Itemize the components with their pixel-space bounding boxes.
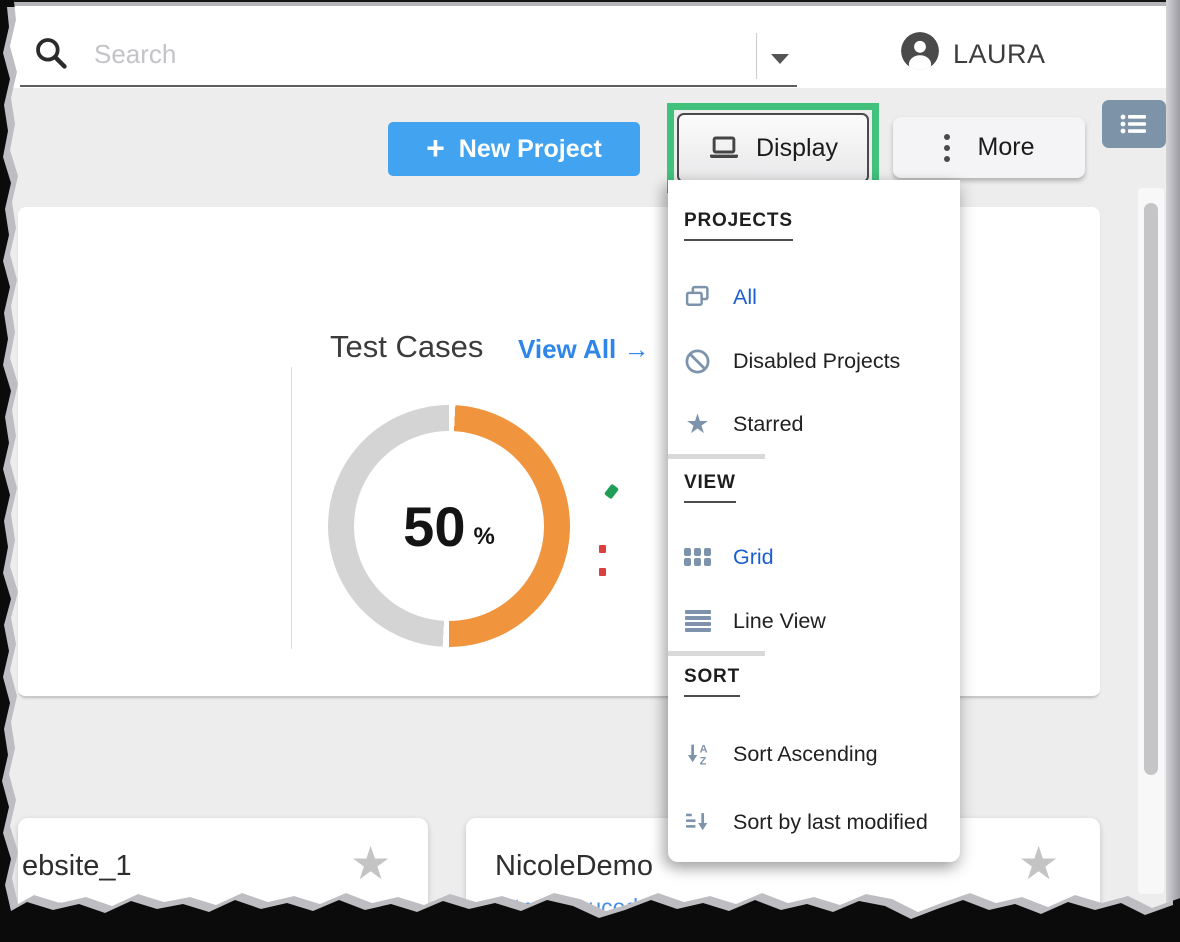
display-button[interactable]: Display [677, 113, 869, 183]
bulleted-list-icon [1117, 110, 1151, 138]
donut-percent-unit: % [473, 523, 494, 551]
star-favorite-icon[interactable]: ★ [1018, 840, 1059, 886]
display-dropdown-menu: PROJECTS All Disabled Project [668, 180, 960, 862]
sort-ascending-icon: A Z [684, 741, 711, 768]
more-button[interactable]: More [893, 117, 1085, 178]
test-cases-title: Test Cases [330, 329, 483, 365]
donut-center: 50 % [354, 431, 544, 621]
svg-text:A: A [700, 743, 708, 755]
username-label: LAURA [953, 39, 1046, 70]
disabled-projects-icon [684, 348, 711, 375]
more-label: More [978, 133, 1035, 162]
user-avatar[interactable] [901, 32, 939, 70]
project-name: ebsite_1 [22, 850, 132, 883]
menu-item-line-view[interactable]: Line View [668, 599, 960, 643]
donut-ring: 50 % [328, 405, 570, 647]
project-url-link[interactable]: https://saucedemo.com [495, 894, 733, 921]
menu-item-starred[interactable]: ★ Starred [668, 402, 960, 446]
menu-divider [668, 454, 765, 459]
menu-item-label: All [733, 285, 757, 310]
failed-mark-icon [599, 568, 606, 576]
menu-item-label: Line View [733, 609, 826, 634]
menu-item-label: Starred [733, 412, 804, 437]
display-label: Display [756, 134, 838, 163]
starred-icon: ★ [684, 411, 711, 438]
app-window: LAURA + New Project Display More [0, 0, 1180, 942]
star-favorite-icon[interactable]: ★ [350, 840, 391, 886]
menu-item-sort-last-modified[interactable]: Sort by last modified [668, 800, 960, 844]
failed-mark-icon [599, 545, 606, 553]
search-underline [20, 85, 797, 87]
view-all-link[interactable]: View All → [518, 334, 650, 365]
list-view-toggle-button[interactable] [1102, 100, 1166, 148]
menu-item-label: Sort Ascending [733, 742, 878, 767]
menu-item-disabled-projects[interactable]: Disabled Projects [668, 339, 960, 383]
sort-last-modified-icon [684, 809, 711, 836]
new-project-label: New Project [459, 135, 602, 164]
grid-view-icon [684, 544, 711, 571]
menu-item-all[interactable]: All [668, 275, 960, 319]
scrollbar-thumb[interactable] [1144, 203, 1158, 775]
menu-item-sort-ascending[interactable]: A Z Sort Ascending [668, 732, 960, 776]
menu-section-sort: SORT [684, 666, 740, 697]
search-dropdown-caret-icon[interactable] [771, 54, 789, 64]
laptop-icon [708, 135, 740, 161]
window-right-edge [1166, 0, 1180, 942]
kebab-menu-icon [944, 134, 950, 162]
menu-section-view: VIEW [684, 472, 736, 503]
svg-text:Z: Z [700, 755, 707, 767]
top-bar: LAURA [0, 6, 1180, 88]
plus-icon: + [426, 132, 445, 164]
menu-divider [668, 651, 765, 656]
search-input[interactable] [92, 34, 652, 74]
menu-item-grid[interactable]: Grid [668, 535, 960, 579]
project-card[interactable]: ebsite_1 n.com ★ [18, 818, 428, 942]
passed-check-icon [604, 484, 619, 500]
menu-section-projects: PROJECTS [684, 210, 793, 241]
search-icon[interactable] [32, 34, 70, 72]
screenshot-stage: LAURA + New Project Display More [0, 0, 1180, 942]
line-view-icon [684, 608, 711, 635]
donut-percent-value: 50 [403, 494, 465, 559]
column-divider [291, 367, 292, 649]
menu-item-label: Sort by last modified [733, 810, 928, 835]
all-projects-icon [684, 284, 711, 311]
menu-item-label: Disabled Projects [733, 349, 900, 374]
new-project-button[interactable]: + New Project [388, 122, 640, 176]
menu-item-label: Grid [733, 545, 774, 570]
project-name: NicoleDemo [495, 850, 653, 883]
search-divider [756, 33, 757, 79]
